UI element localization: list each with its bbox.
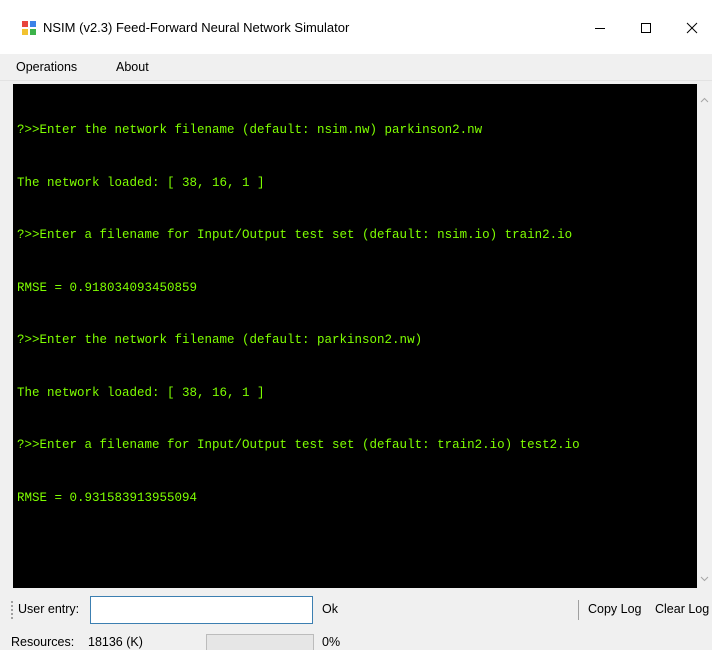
- copy-log-button[interactable]: Copy Log: [586, 598, 644, 620]
- minimize-icon: [595, 28, 605, 29]
- toolbar-grip[interactable]: [11, 600, 13, 620]
- menu-operations[interactable]: Operations: [16, 59, 77, 75]
- entry-toolbar: User entry: Ok Copy Log Clear Log: [0, 590, 712, 626]
- chevron-down-icon: [700, 576, 709, 582]
- console-log[interactable]: ?>>Enter the network filename (default: …: [13, 84, 697, 588]
- console-line: ?>>Enter a filename for Input/Output tes…: [17, 228, 573, 242]
- minimize-button[interactable]: [578, 14, 622, 42]
- toolbar-separator: [578, 600, 579, 620]
- console-lines: ?>>Enter the network filename (default: …: [17, 87, 580, 542]
- status-bar: Resources: 18136 (K) 0%: [0, 628, 712, 650]
- console-line: RMSE = 0.918034093450859: [17, 280, 198, 295]
- maximize-button[interactable]: [624, 14, 668, 42]
- console-line: RMSE = 0.931583913955094: [17, 490, 198, 505]
- console-line: The network loaded: [ 38, 16, 1 ]: [17, 175, 265, 190]
- resources-label: Resources:: [11, 635, 75, 649]
- clear-log-button[interactable]: Clear Log: [653, 598, 711, 620]
- maximize-icon: [641, 23, 651, 33]
- chevron-up-icon: [700, 97, 709, 103]
- close-icon: [686, 22, 698, 34]
- title-bar[interactable]: NSIM (v2.3) Feed-Forward Neural Network …: [0, 0, 712, 54]
- menu-bar: Operations About: [0, 54, 712, 81]
- menu-about[interactable]: About: [116, 59, 149, 75]
- console-line: ?>>Enter a filename for Input/Output tes…: [17, 438, 580, 452]
- close-button[interactable]: [670, 14, 712, 42]
- user-entry-input[interactable]: [90, 596, 313, 624]
- ok-button[interactable]: Ok: [318, 598, 342, 620]
- console-scrollbar[interactable]: [697, 84, 712, 588]
- app-window: NSIM (v2.3) Feed-Forward Neural Network …: [0, 0, 712, 650]
- scroll-down-button[interactable]: [700, 570, 709, 582]
- user-entry-label: User entry:: [18, 602, 80, 616]
- scroll-up-button[interactable]: [700, 92, 709, 103]
- progress-percent: 0%: [322, 635, 341, 649]
- resources-value: 18136 (K): [88, 635, 143, 649]
- console-line: ?>>Enter the network filename (default: …: [17, 123, 483, 137]
- network-app-icon: [21, 20, 37, 36]
- console-line: ?>>Enter the network filename (default: …: [17, 333, 423, 347]
- console-line: The network loaded: [ 38, 16, 1 ]: [17, 385, 265, 400]
- window-title: NSIM (v2.3) Feed-Forward Neural Network …: [43, 20, 350, 35]
- progress-bar: [206, 634, 314, 650]
